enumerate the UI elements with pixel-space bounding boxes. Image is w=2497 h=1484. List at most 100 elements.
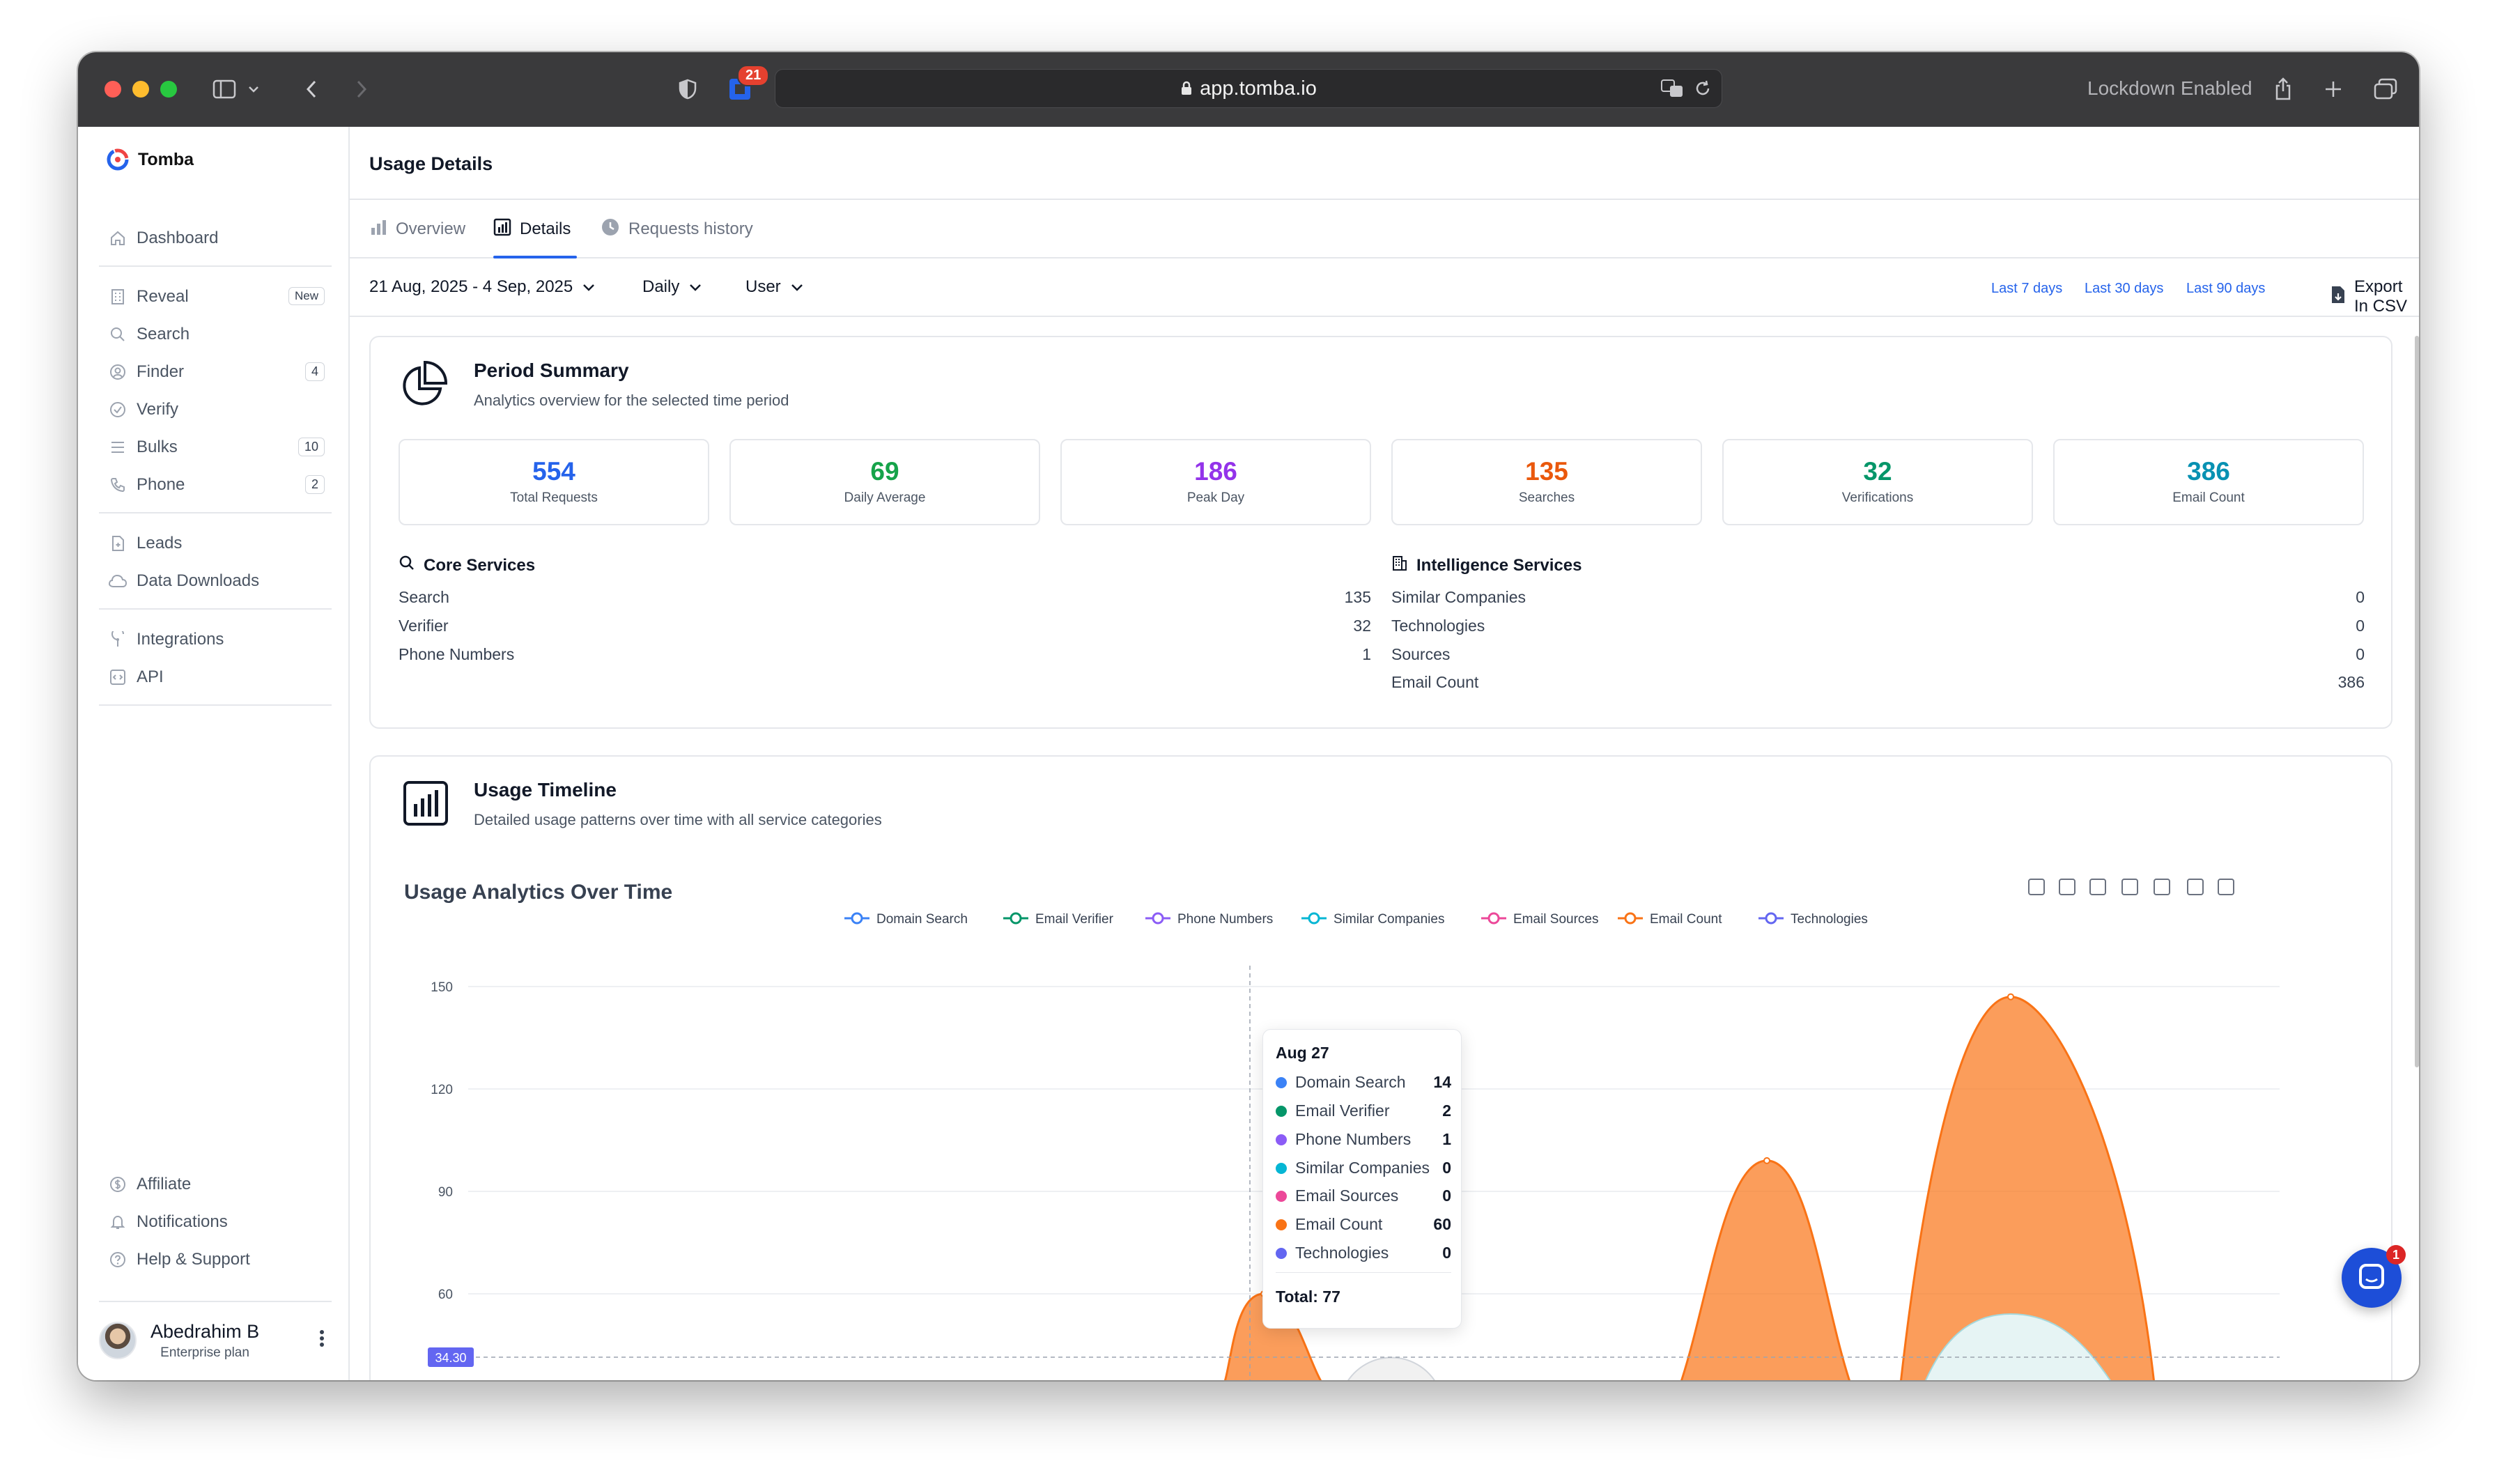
brand-logo[interactable]: Tomba <box>106 148 194 171</box>
series-value: 60 <box>1433 1215 1451 1233</box>
stat-label: Searches <box>1518 490 1575 505</box>
sidebar-item-label: Bulks <box>137 438 178 456</box>
new-tab-icon[interactable] <box>2323 73 2344 105</box>
sidebar-item-label: Integrations <box>137 630 224 649</box>
tab-bar: Overview Details Requests history <box>350 200 2419 258</box>
stat-value: 186 <box>1194 457 1237 486</box>
filter-bar: 21 Aug, 2025 - 4 Sep, 2025 Daily User La… <box>350 258 2419 317</box>
shield-icon[interactable] <box>677 73 698 105</box>
page-header: Usage Details <box>350 127 2419 200</box>
sidebar-item-data-downloads[interactable]: Data Downloads <box>109 567 325 595</box>
group-select[interactable]: User <box>745 277 803 297</box>
divider <box>99 608 332 610</box>
sidebar-item-integrations[interactable]: Integrations <box>109 626 325 654</box>
core-services-heading: Core Services <box>399 555 535 576</box>
reload-icon[interactable] <box>1694 79 1712 104</box>
last-7-days-link[interactable]: Last 7 days <box>1991 281 2062 297</box>
sidebar-item-affiliate[interactable]: Affiliate <box>109 1170 325 1198</box>
sidebar-item-api[interactable]: API <box>109 663 325 691</box>
share-icon[interactable] <box>2273 73 2294 105</box>
line-type-icon <box>2089 879 2106 895</box>
row-label: Phone Numbers <box>399 645 515 663</box>
summary-title: Period Summary <box>474 360 629 381</box>
tooltip-row: Domain Search 14 <box>1276 1073 1451 1092</box>
core-row-search: Search 135 <box>399 588 1371 607</box>
help-icon <box>109 1251 127 1269</box>
series-label: Domain Search <box>1295 1073 1406 1091</box>
stat-peak-day: 186 Peak Day <box>1060 439 1371 525</box>
search-icon <box>399 555 415 576</box>
series-label: Email Verifier <box>1295 1102 1390 1120</box>
series-dot <box>1276 1247 1287 1259</box>
series-value: 0 <box>1442 1244 1451 1262</box>
core-row-phone: Phone Numbers 1 <box>399 645 1371 664</box>
chat-launcher-button[interactable]: 1 <box>2342 1245 2406 1308</box>
divider <box>99 512 332 513</box>
series-label: Phone Numbers <box>1295 1130 1412 1148</box>
date-range-select[interactable]: 21 Aug, 2025 - 4 Sep, 2025 <box>369 277 595 297</box>
legend-marker <box>1765 912 1777 925</box>
summary-subtitle: Analytics overview for the selected time… <box>474 392 789 409</box>
minimize-window-button[interactable] <box>132 81 149 98</box>
close-window-button[interactable] <box>105 81 121 98</box>
interval-value: Daily <box>642 277 680 296</box>
sidebar-item-dashboard[interactable]: Dashboard <box>109 224 325 252</box>
tab-details[interactable]: Details <box>493 215 571 243</box>
sidebar-item-reveal[interactable]: Reveal New <box>109 283 325 311</box>
interval-select[interactable]: Daily <box>642 277 702 297</box>
tab-label: Requests history <box>628 219 753 238</box>
intel-row-technologies: Technologies 0 <box>1391 617 2365 635</box>
count-badge: 4 <box>304 362 325 381</box>
row-label: Similar Companies <box>1391 588 1526 606</box>
bell-icon <box>109 1213 127 1231</box>
tooltip-row: Technologies 0 <box>1276 1244 1451 1262</box>
user-name: Abedrahim B <box>150 1320 260 1342</box>
date-range-value: 21 Aug, 2025 - 4 Sep, 2025 <box>369 277 573 296</box>
tab-requests-history[interactable]: Requests history <box>601 215 753 243</box>
series-value: 14 <box>1433 1073 1451 1091</box>
chevron-down-icon[interactable] <box>245 73 262 105</box>
maximize-window-button[interactable] <box>160 81 177 98</box>
sidebar-item-verify[interactable]: Verify <box>109 396 325 424</box>
sidebar-item-help[interactable]: Help & Support <box>109 1246 325 1274</box>
translate-icon[interactable] <box>1660 78 1685 105</box>
chat-badge: 1 <box>2386 1245 2406 1265</box>
extension-badge: 21 <box>737 65 770 86</box>
file-download-icon <box>2330 285 2346 309</box>
sidebar-item-search[interactable]: Search <box>109 320 325 348</box>
new-badge: New <box>288 287 325 305</box>
forward-icon[interactable] <box>351 73 372 105</box>
tomba-logo-icon <box>107 148 129 171</box>
scrollbar[interactable] <box>2415 336 2419 1067</box>
intel-row-sources: Sources 0 <box>1391 645 2365 664</box>
chevron-down-icon <box>582 277 595 297</box>
row-label: Email Count <box>1391 673 1479 691</box>
phone-icon <box>109 476 127 494</box>
series-dot <box>1276 1190 1287 1202</box>
export-csv-button[interactable]: Export In CSV <box>2330 277 2419 316</box>
back-icon[interactable] <box>301 73 322 105</box>
sidebar-item-phone[interactable]: Phone 2 <box>109 471 325 499</box>
series-label: Email Sources <box>1295 1187 1399 1205</box>
sidebar-item-finder[interactable]: Finder 4 <box>109 358 325 386</box>
y-tick-label: 60 <box>438 1288 453 1302</box>
sidebar-toggle-icon[interactable] <box>210 73 238 105</box>
sidebar-item-bulks[interactable]: Bulks 10 <box>109 433 325 461</box>
code-icon <box>109 668 127 686</box>
user-profile[interactable]: Abedrahim B Enterprise plan <box>99 1313 329 1368</box>
last-90-days-link[interactable]: Last 90 days <box>2186 281 2265 297</box>
intel-row-similar: Similar Companies 0 <box>1391 588 2365 607</box>
user-plan: Enterprise plan <box>160 1345 249 1360</box>
address-bar[interactable]: app.tomba.io <box>775 69 1722 108</box>
more-vertical-icon[interactable] <box>319 1329 325 1351</box>
row-label: Sources <box>1391 645 1451 663</box>
url-text: app.tomba.io <box>1200 77 1317 100</box>
tab-overview[interactable]: Overview <box>369 215 465 243</box>
series-value: 1 <box>1442 1130 1451 1148</box>
data-point <box>1763 1157 1770 1164</box>
sidebar-item-leads[interactable]: Leads <box>109 530 325 557</box>
search-icon <box>109 325 127 343</box>
tab-overview-icon[interactable] <box>2373 73 2398 105</box>
last-30-days-link[interactable]: Last 30 days <box>2085 281 2163 297</box>
sidebar-item-notifications[interactable]: Notifications <box>109 1208 325 1236</box>
